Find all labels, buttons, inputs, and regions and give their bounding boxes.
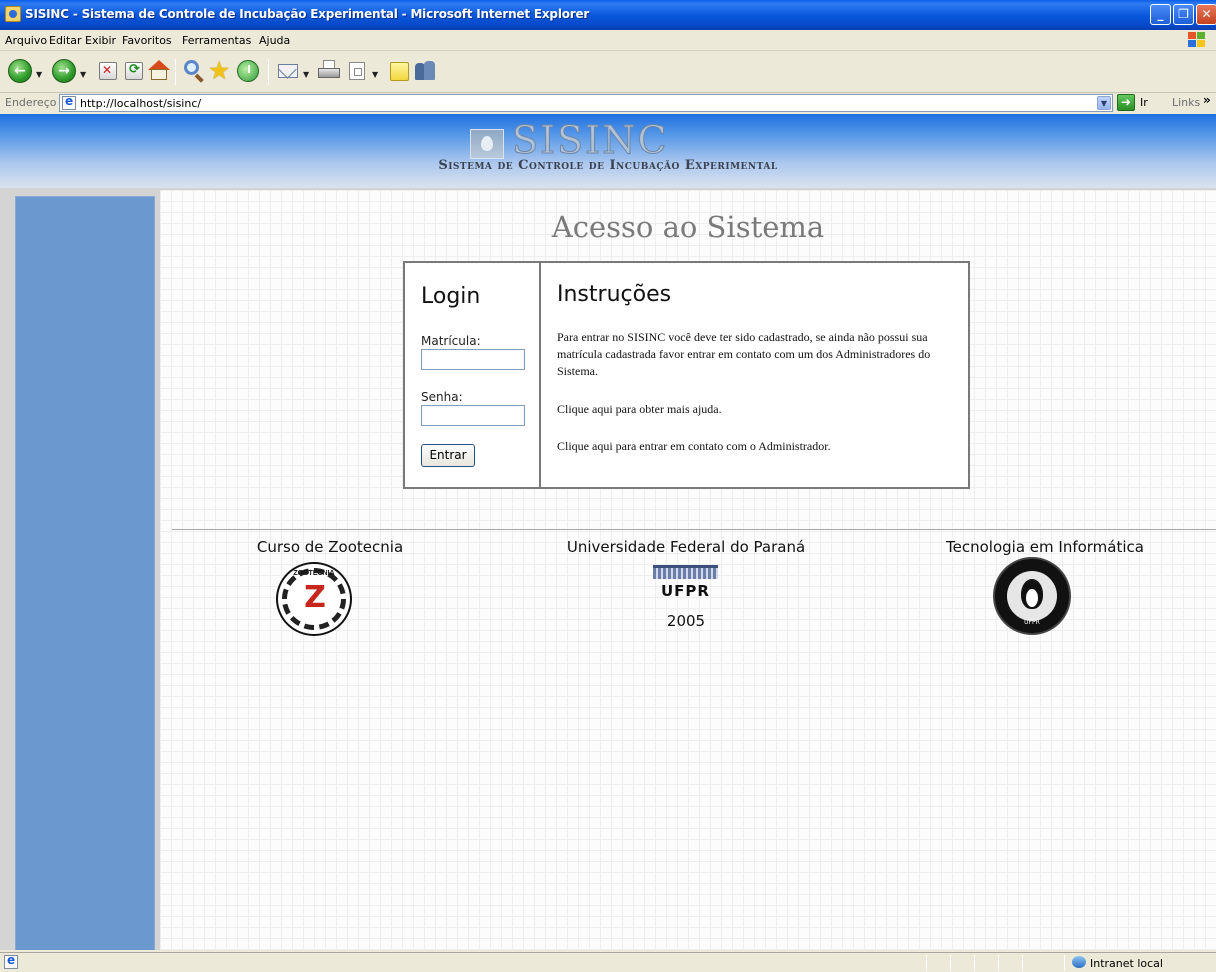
left-sidebar: [15, 196, 155, 950]
messenger-button[interactable]: [414, 59, 438, 83]
login-panel: Login Matrícula: Senha: Entrar Instruçõe…: [403, 261, 970, 489]
zootecnia-seal-icon: ZOOTECNIA Z: [276, 562, 352, 636]
footer-year: 2005: [666, 612, 706, 630]
stop-button[interactable]: [97, 59, 121, 83]
refresh-icon: [125, 62, 143, 80]
address-label: Endereço: [5, 96, 57, 109]
mail-icon: [278, 64, 298, 78]
address-url[interactable]: http://localhost/sisinc/: [80, 97, 201, 110]
favorites-icon[interactable]: ★: [208, 58, 232, 83]
ufpr-logo-text: UFPR: [661, 582, 710, 600]
notes-button[interactable]: [388, 59, 412, 83]
menu-favoritos[interactable]: Favoritos: [122, 34, 172, 47]
site-subtitle: Sistema de Controle de Incubação Experim…: [438, 158, 778, 173]
refresh-button[interactable]: [123, 59, 147, 83]
login-title: Login: [421, 284, 481, 309]
home-button[interactable]: [148, 59, 172, 83]
instructions-panel: Instruções Para entrar no SISINC você de…: [543, 263, 968, 487]
main-content: Acesso ao Sistema Login Matrícula: Senha…: [160, 190, 1216, 950]
drop-logo-icon: [470, 129, 504, 159]
footer-zootecnia-title: Curso de Zootecnia: [256, 538, 404, 556]
go-button-icon[interactable]: ➜: [1117, 94, 1135, 111]
status-bar: Intranet local: [0, 952, 1216, 972]
status-pane-divider: [974, 955, 975, 971]
address-input[interactable]: http://localhost/sisinc/ ▼: [59, 94, 1113, 112]
edit-dropdown-icon[interactable]: ▼: [372, 70, 378, 79]
zootecnia-seal-letter: Z: [304, 580, 326, 615]
status-pane-divider: [1022, 955, 1023, 971]
toolbar: ← ▼ → ▼ ★ ▼ ▼: [0, 51, 1216, 93]
maximize-button[interactable]: ❐: [1173, 4, 1194, 25]
login-form: Login Matrícula: Senha: Entrar: [405, 263, 541, 487]
entrar-button[interactable]: Entrar: [421, 444, 475, 467]
instructions-paragraph: Para entrar no SISINC você deve ter sido…: [557, 330, 931, 378]
status-pane-divider: [1064, 955, 1065, 971]
edit-icon: [349, 62, 365, 80]
back-icon: ←: [8, 59, 32, 83]
page-title: Acesso ao Sistema: [551, 210, 825, 244]
history-icon: [237, 60, 259, 82]
zootecnia-seal-text: ZOOTECNIA: [293, 570, 335, 577]
instructions-title: Instruções: [557, 282, 672, 307]
toolbar-separator: [175, 59, 176, 85]
back-dropdown-icon[interactable]: ▼: [36, 70, 42, 79]
forward-button[interactable]: →: [52, 59, 76, 83]
window-title: SISINC - Sistema de Controle de Incubaçã…: [25, 7, 590, 21]
footer-divider: [172, 529, 1216, 530]
forward-icon: →: [52, 59, 76, 83]
tux-seal-text: UFPR: [1024, 619, 1040, 626]
go-label[interactable]: Ir: [1140, 96, 1148, 109]
help-link[interactable]: Clique aqui para obter mais ajuda.: [557, 401, 962, 418]
status-pane-divider: [950, 955, 951, 971]
close-button[interactable]: ✕: [1196, 4, 1216, 25]
status-pane-divider: [926, 955, 927, 971]
window-title-bar[interactable]: SISINC - Sistema de Controle de Incubaçã…: [0, 0, 1216, 30]
contact-admin-link[interactable]: Clique aqui para entrar em contato com o…: [557, 438, 962, 455]
toolbar-separator: [268, 59, 269, 85]
history-button[interactable]: [236, 59, 260, 83]
site-logo-text: SISINC: [511, 118, 669, 163]
senha-input[interactable]: [421, 405, 525, 426]
intranet-zone-icon: [1072, 956, 1086, 968]
address-bar: Endereço http://localhost/sisinc/ ▼ ➜ Ir…: [0, 93, 1216, 113]
site-banner: SISINC Sistema de Controle de Incubação …: [0, 114, 1216, 188]
menu-exibir[interactable]: Exibir: [85, 34, 116, 47]
forward-dropdown-icon[interactable]: ▼: [80, 70, 86, 79]
security-zone-label: Intranet local: [1090, 957, 1163, 970]
menu-bar: Arquivo Editar Exibir Favoritos Ferramen…: [0, 30, 1216, 51]
back-button[interactable]: ←: [8, 59, 32, 83]
page-icon: [62, 94, 76, 110]
status-pane-divider: [998, 955, 999, 971]
menu-editar[interactable]: Editar: [49, 34, 82, 47]
notes-icon: [390, 62, 409, 81]
senha-label: Senha:: [421, 390, 463, 404]
matricula-input[interactable]: [421, 349, 525, 370]
matricula-label: Matrícula:: [421, 334, 481, 348]
tux-seal-icon: UFPR: [993, 557, 1071, 635]
mail-button[interactable]: [277, 59, 301, 83]
page-status-icon: [4, 953, 18, 969]
stop-icon: [99, 62, 117, 80]
ufpr-logo-icon: UFPR: [653, 565, 718, 605]
edit-button[interactable]: [346, 59, 370, 83]
search-button[interactable]: [182, 59, 206, 83]
footer-informatica-title: Tecnologia em Informática: [946, 538, 1144, 556]
menu-ferramentas[interactable]: Ferramentas: [182, 34, 251, 47]
menu-arquivo[interactable]: Arquivo: [5, 34, 47, 47]
ie-app-icon[interactable]: [5, 6, 21, 22]
links-label[interactable]: Links: [1172, 96, 1200, 109]
minimize-button[interactable]: _: [1150, 4, 1171, 25]
print-button[interactable]: [317, 59, 341, 83]
address-dropdown-icon[interactable]: ▼: [1097, 96, 1111, 110]
windows-logo-icon: [1188, 32, 1206, 49]
footer-ufpr-title: Universidade Federal do Paraná: [566, 538, 806, 556]
page-viewport: SISINC Sistema de Controle de Incubação …: [0, 114, 1216, 950]
mail-dropdown-icon[interactable]: ▼: [303, 70, 309, 79]
menu-ajuda[interactable]: Ajuda: [259, 34, 290, 47]
links-chevron-icon[interactable]: »: [1203, 93, 1211, 107]
